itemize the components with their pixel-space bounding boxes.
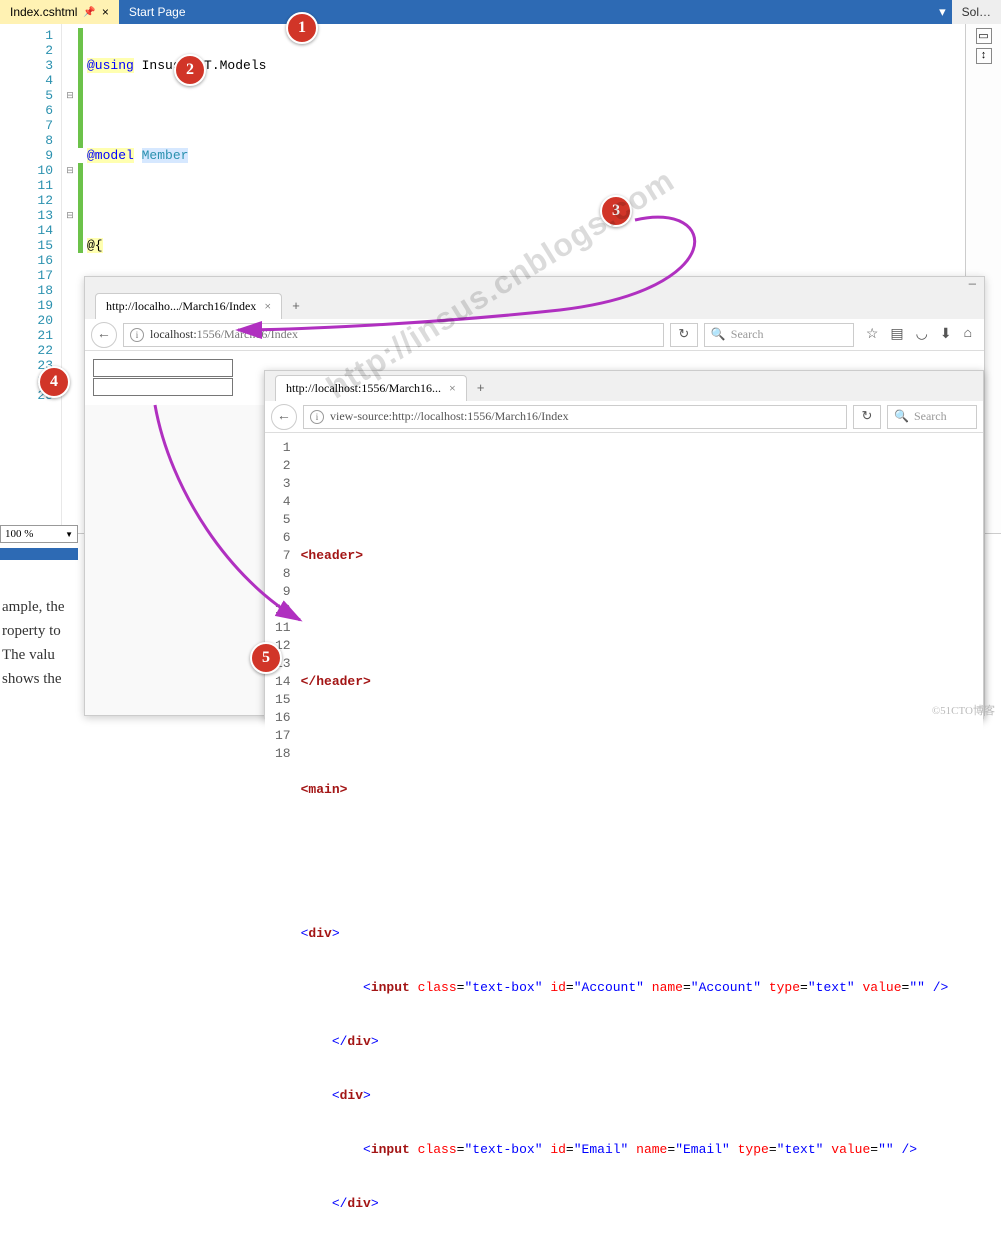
tab-start-page[interactable]: Start Page: [119, 0, 196, 24]
new-tab-button[interactable]: +: [282, 294, 310, 319]
search-icon: 🔍: [894, 409, 909, 424]
zoom-dropdown[interactable]: 100 %▼: [0, 525, 78, 543]
pin-icon[interactable]: 📌: [83, 7, 95, 18]
browser-window-2: http://localhost:1556/March16... × + ← i…: [264, 370, 984, 719]
search-box[interactable]: 🔍 Search: [704, 323, 854, 347]
solution-explorer-tab[interactable]: Sol…: [952, 0, 1001, 24]
annotation-badge-5: 5: [250, 642, 282, 674]
tab-label: Index.cshtml: [10, 5, 77, 19]
browser2-tab[interactable]: http://localhost:1556/March16... ×: [275, 375, 467, 401]
browser1-toolbar: ← i localhost:1556/March16/Index ↻ 🔍 Sea…: [85, 319, 984, 351]
browser2-toolbar: ← i view-source:http://localhost:1556/Ma…: [265, 401, 983, 433]
address-bar[interactable]: i localhost:1556/March16/Index: [123, 323, 664, 347]
chevron-down-icon: ▼: [65, 530, 73, 539]
tab-label: Start Page: [129, 5, 186, 19]
credit-text: ©51CTO博客: [932, 702, 995, 718]
view-source-content[interactable]: 123456789101112131415161718 <header> </h…: [265, 433, 983, 1255]
address-bar[interactable]: i view-source:http://localhost:1556/Marc…: [303, 405, 847, 429]
browser2-tabstrip: http://localhost:1556/March16... × +: [265, 371, 983, 401]
tab-index-cshtml[interactable]: Index.cshtml 📌 ×: [0, 0, 119, 24]
account-input[interactable]: [93, 359, 233, 377]
email-input[interactable]: [93, 378, 233, 396]
download-icon[interactable]: ⬇: [940, 326, 952, 343]
info-icon[interactable]: i: [310, 410, 324, 424]
nav-up-icon[interactable]: ↕: [976, 48, 992, 64]
close-icon[interactable]: ×: [102, 5, 109, 19]
bookmark-icon[interactable]: ☆: [866, 326, 879, 343]
line-number-gutter: 1234567891011121314151617181920212223242…: [0, 24, 62, 533]
home-icon[interactable]: ⌂: [964, 326, 972, 343]
search-box[interactable]: 🔍 Search: [887, 405, 977, 429]
info-icon[interactable]: i: [130, 328, 144, 342]
close-icon[interactable]: ×: [449, 381, 456, 396]
search-icon: 🔍: [711, 327, 726, 342]
ide-tab-bar: Index.cshtml 📌 × Start Page ▾ Sol…: [0, 0, 1001, 24]
reload-button[interactable]: ↻: [670, 323, 698, 347]
browser1-tabstrip: http://localho.../March16/Index × +: [85, 291, 984, 319]
new-tab-button[interactable]: +: [467, 376, 495, 401]
back-button[interactable]: ←: [271, 404, 297, 430]
library-icon[interactable]: ▤: [890, 326, 903, 343]
annotation-badge-3: 3: [600, 195, 632, 227]
browser1-tab[interactable]: http://localho.../March16/Index ×: [95, 293, 282, 319]
window-controls: —: [85, 277, 984, 291]
annotation-badge-2: 2: [174, 54, 206, 86]
source-code: <header> </header> <main> <div> <input c…: [301, 439, 949, 1249]
pocket-icon[interactable]: ◡: [916, 326, 928, 343]
minimize-icon[interactable]: —: [969, 277, 976, 291]
source-line-numbers: 123456789101112131415161718: [275, 439, 301, 1249]
split-icon[interactable]: ▭: [976, 28, 992, 44]
reload-button[interactable]: ↻: [853, 405, 881, 429]
annotation-badge-4: 4: [38, 366, 70, 398]
tab-overflow[interactable]: ▾: [933, 0, 952, 24]
status-bar: [0, 548, 78, 560]
close-icon[interactable]: ×: [264, 299, 271, 314]
back-button[interactable]: ←: [91, 322, 117, 348]
fold-column[interactable]: ⊟⊟⊟: [62, 24, 78, 533]
annotation-badge-1: 1: [286, 12, 318, 44]
